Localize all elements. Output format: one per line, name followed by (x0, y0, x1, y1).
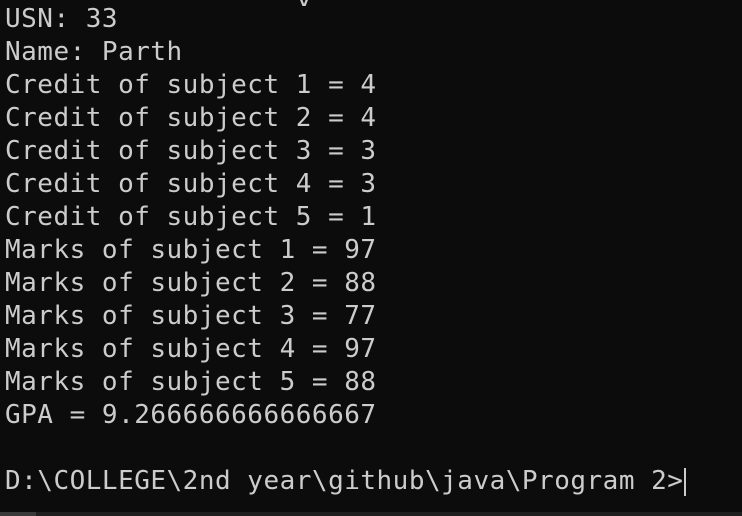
output-line-marks-3: Marks of subject 3 = 77 (5, 301, 377, 331)
output-line-marks-4: Marks of subject 4 = 97 (5, 334, 377, 364)
output-line-marks-1: Marks of subject 1 = 97 (5, 235, 377, 265)
console-output: USN: 33 Name: Parth Credit of subject 1 … (5, 3, 687, 498)
command-prompt: D:\COLLEGE\2nd year\github\java\Program … (5, 466, 684, 496)
output-line-usn: USN: 33 (5, 4, 119, 34)
output-line-credit-3: Credit of subject 3 = 3 (5, 136, 377, 166)
output-line-marks-2: Marks of subject 2 = 88 (5, 268, 377, 298)
output-line-credit-4: Credit of subject 4 = 3 (5, 169, 377, 199)
terminal-window[interactable]: y USN: 33 Name: Parth Credit of subject … (0, 0, 742, 516)
output-line-credit-1: Credit of subject 1 = 4 (5, 70, 377, 100)
scrollbar-thumb[interactable] (0, 512, 36, 516)
horizontal-scrollbar[interactable] (0, 512, 742, 516)
output-line-gpa: GPA = 9.266666666666667 (5, 400, 377, 430)
text-cursor (684, 467, 687, 496)
output-line-marks-5: Marks of subject 5 = 88 (5, 367, 377, 397)
output-line-name: Name: Parth (5, 37, 183, 67)
command-prompt-line[interactable]: D:\COLLEGE\2nd year\github\java\Program … (5, 465, 687, 498)
output-line-credit-5: Credit of subject 5 = 1 (5, 202, 377, 232)
output-line-credit-2: Credit of subject 2 = 4 (5, 103, 377, 133)
